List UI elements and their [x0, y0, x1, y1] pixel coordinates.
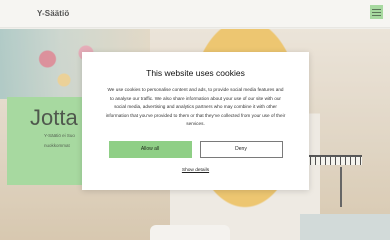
cookie-consent-dialog: This website uses cookies We use cookies… [82, 52, 309, 190]
cookie-dialog-actions: Allow all Deny [82, 140, 309, 158]
allow-all-button[interactable]: Allow all [108, 140, 192, 158]
cookie-dialog-title: This website uses cookies [146, 68, 245, 78]
cookie-dialog-text: We use cookies to personalise content an… [105, 87, 286, 127]
show-details-link[interactable]: Show details [182, 168, 209, 173]
deny-button[interactable]: Deny [199, 140, 283, 158]
